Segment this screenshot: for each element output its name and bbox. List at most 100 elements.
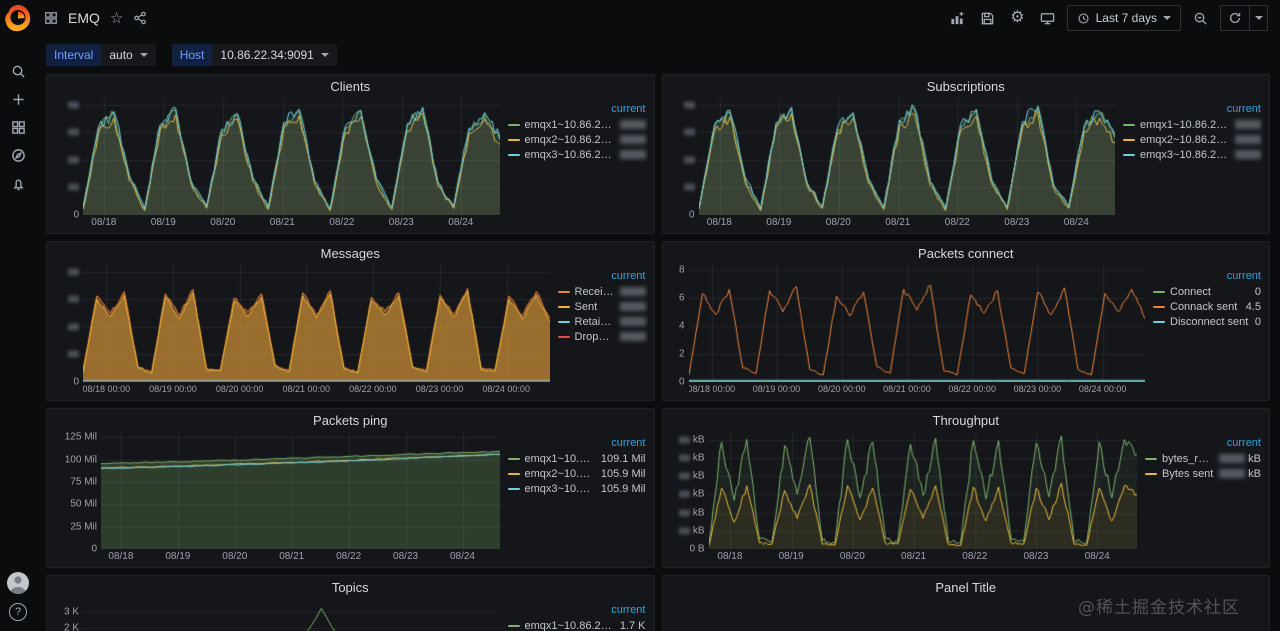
series-name[interactable]: emqx3~10.86.21.100 xyxy=(1140,149,1230,161)
variable-host-value[interactable]: 10.86.22.34:9091 xyxy=(212,44,337,66)
variable-host[interactable]: Host 10.86.22.34:9091 xyxy=(171,44,337,66)
x-tick: 08/23 xyxy=(1023,551,1049,562)
series-name[interactable]: Sent xyxy=(575,301,615,313)
blurred-value xyxy=(683,128,695,136)
chart-canvas-messages[interactable] xyxy=(83,264,550,382)
series-name[interactable]: Received xyxy=(575,286,615,298)
legend-row: Connect 0 xyxy=(1153,284,1261,299)
tick-label: 4 xyxy=(678,320,685,332)
grafana-logo[interactable] xyxy=(3,3,33,33)
help-icon[interactable]: ? xyxy=(9,603,27,621)
tick-label: 0 xyxy=(91,543,97,555)
chart-canvas-packets_ping[interactable] xyxy=(101,431,500,549)
series-name[interactable]: emqx1~10.86.21.98 xyxy=(1140,119,1230,131)
chart-canvas-clients[interactable] xyxy=(83,97,500,215)
blurred-value xyxy=(1235,135,1261,144)
series-name[interactable]: Disconnect sent xyxy=(1170,316,1250,328)
blurred-value xyxy=(678,472,690,480)
save-dashboard-button[interactable] xyxy=(977,5,998,31)
series-color-mark xyxy=(1123,138,1135,141)
chart-canvas-topics[interactable] xyxy=(83,598,500,631)
dashboard-settings-button[interactable]: ⚙ xyxy=(1007,5,1027,31)
series-color-mark xyxy=(1145,457,1157,460)
y-axis-messages: 0 xyxy=(53,264,83,388)
y-tick: 50 Mil xyxy=(70,499,97,510)
series-name[interactable]: bytes_received xyxy=(1162,453,1214,465)
blurred-value xyxy=(619,120,646,129)
panel-title-packets_ping[interactable]: Packets ping xyxy=(47,409,654,431)
variable-interval[interactable]: Interval auto xyxy=(46,44,156,66)
legend-current-header: current xyxy=(1226,437,1261,449)
legend-row: emqx1~10.86.21.98 xyxy=(1123,117,1261,132)
topbar: EMQ ☆ ⚙ Last 7 days xyxy=(36,0,1280,36)
y-tick xyxy=(68,268,79,276)
series-name[interactable]: emqx1~10.86.21.98 xyxy=(525,119,615,131)
series-name[interactable]: Connack sent xyxy=(1170,301,1241,313)
panel-body-topics: 3 K 2 K current emqx1~10.86.21.98 1.7 K xyxy=(47,598,654,631)
series-name[interactable]: emqx2~10.86.21.99 xyxy=(525,468,596,480)
series-color-mark xyxy=(507,138,520,141)
variable-interval-value[interactable]: auto xyxy=(101,44,156,66)
x-tick: 08/24 xyxy=(448,217,474,228)
series-name[interactable]: emqx1~10.86.21.98 xyxy=(525,453,596,465)
dashboard-grid-icon xyxy=(44,11,58,25)
y-axis-subscriptions: 0 xyxy=(669,97,699,221)
time-range-picker[interactable]: Last 7 days xyxy=(1066,5,1181,31)
panel-title-throughput[interactable]: Throughput xyxy=(663,409,1270,431)
user-avatar[interactable] xyxy=(7,572,29,594)
blurred-value xyxy=(619,150,646,159)
blurred-value xyxy=(68,323,79,331)
blurred-value xyxy=(1235,150,1261,159)
refresh-button[interactable] xyxy=(1221,6,1249,30)
legend-current-header: current xyxy=(611,270,646,282)
blurred-value xyxy=(683,101,695,109)
series-name[interactable]: Bytes sent xyxy=(1162,468,1214,480)
x-tick: 08/21 xyxy=(885,217,911,228)
panel-title-panel_title[interactable]: Panel Title xyxy=(663,576,1270,598)
sidebar-create-icon[interactable] xyxy=(0,89,36,109)
series-name[interactable]: emqx3~10.86.21.100 xyxy=(525,149,615,161)
x-tick: 08/20 00:00 xyxy=(215,384,264,394)
panel-title-packets_connect[interactable]: Packets connect xyxy=(663,242,1270,264)
sidebar-explore-icon[interactable] xyxy=(0,145,36,165)
series-current-value xyxy=(619,317,646,326)
series-name[interactable]: emqx1~10.86.21.98 xyxy=(525,620,615,631)
sidebar-search-icon[interactable] xyxy=(0,61,36,81)
sidebar-alerting-icon[interactable] xyxy=(0,173,36,193)
zoom-out-button[interactable] xyxy=(1190,5,1211,31)
series-name[interactable]: emqx3~10.86.21.100 xyxy=(525,483,596,495)
x-tick: 08/20 xyxy=(839,551,865,562)
series-name[interactable]: Retained xyxy=(575,316,615,328)
series-current-value: 0 xyxy=(1254,315,1261,328)
panel-title-topics[interactable]: Topics xyxy=(47,576,654,598)
add-panel-button[interactable] xyxy=(947,5,968,31)
chart-canvas-packets_connect[interactable] xyxy=(688,264,1145,382)
share-icon[interactable] xyxy=(133,11,147,25)
x-tick: 08/19 00:00 xyxy=(149,384,197,394)
series-name[interactable]: Connect xyxy=(1170,286,1250,298)
chart-canvas-subscriptions[interactable] xyxy=(698,97,1115,215)
x-tick: 08/18 xyxy=(108,551,134,562)
y-tick xyxy=(68,295,79,303)
legend-row: emqx3~10.86.21.100 xyxy=(507,147,646,162)
panel-title-subscriptions[interactable]: Subscriptions xyxy=(663,75,1270,97)
chart-canvas-throughput[interactable] xyxy=(708,431,1137,549)
legend-row: emqx1~10.86.21.98 109.1 Mil xyxy=(507,451,646,466)
panel-title-clients[interactable]: Clients xyxy=(47,75,654,97)
dashboard-title[interactable]: EMQ xyxy=(68,10,100,26)
legend-row: emqx1~10.86.21.98 xyxy=(507,117,646,132)
tick-suffix: kB xyxy=(692,452,705,464)
refresh-interval-dropdown[interactable] xyxy=(1249,6,1267,30)
sidebar-dashboards-icon[interactable] xyxy=(0,117,36,137)
series-name[interactable]: emqx2~10.86.21.99 xyxy=(1140,134,1230,146)
x-axis-clients: 08/18 08/19 08/20 08/21 08/22 08/23 08/24 xyxy=(83,215,500,230)
series-name[interactable]: Dropped xyxy=(575,331,615,343)
star-icon[interactable]: ☆ xyxy=(110,11,123,26)
panel-topics: Topics 3 K 2 K current emqx1~10.86.21.98 1.7 … xyxy=(46,575,655,631)
panel-title-messages[interactable]: Messages xyxy=(47,242,654,264)
series-name[interactable]: emqx2~10.86.21.99 xyxy=(525,134,615,146)
legend-current-header: current xyxy=(1226,103,1261,115)
refresh-group xyxy=(1220,5,1268,31)
cycle-view-button[interactable] xyxy=(1037,5,1058,31)
variable-interval-label: Interval xyxy=(46,44,102,66)
